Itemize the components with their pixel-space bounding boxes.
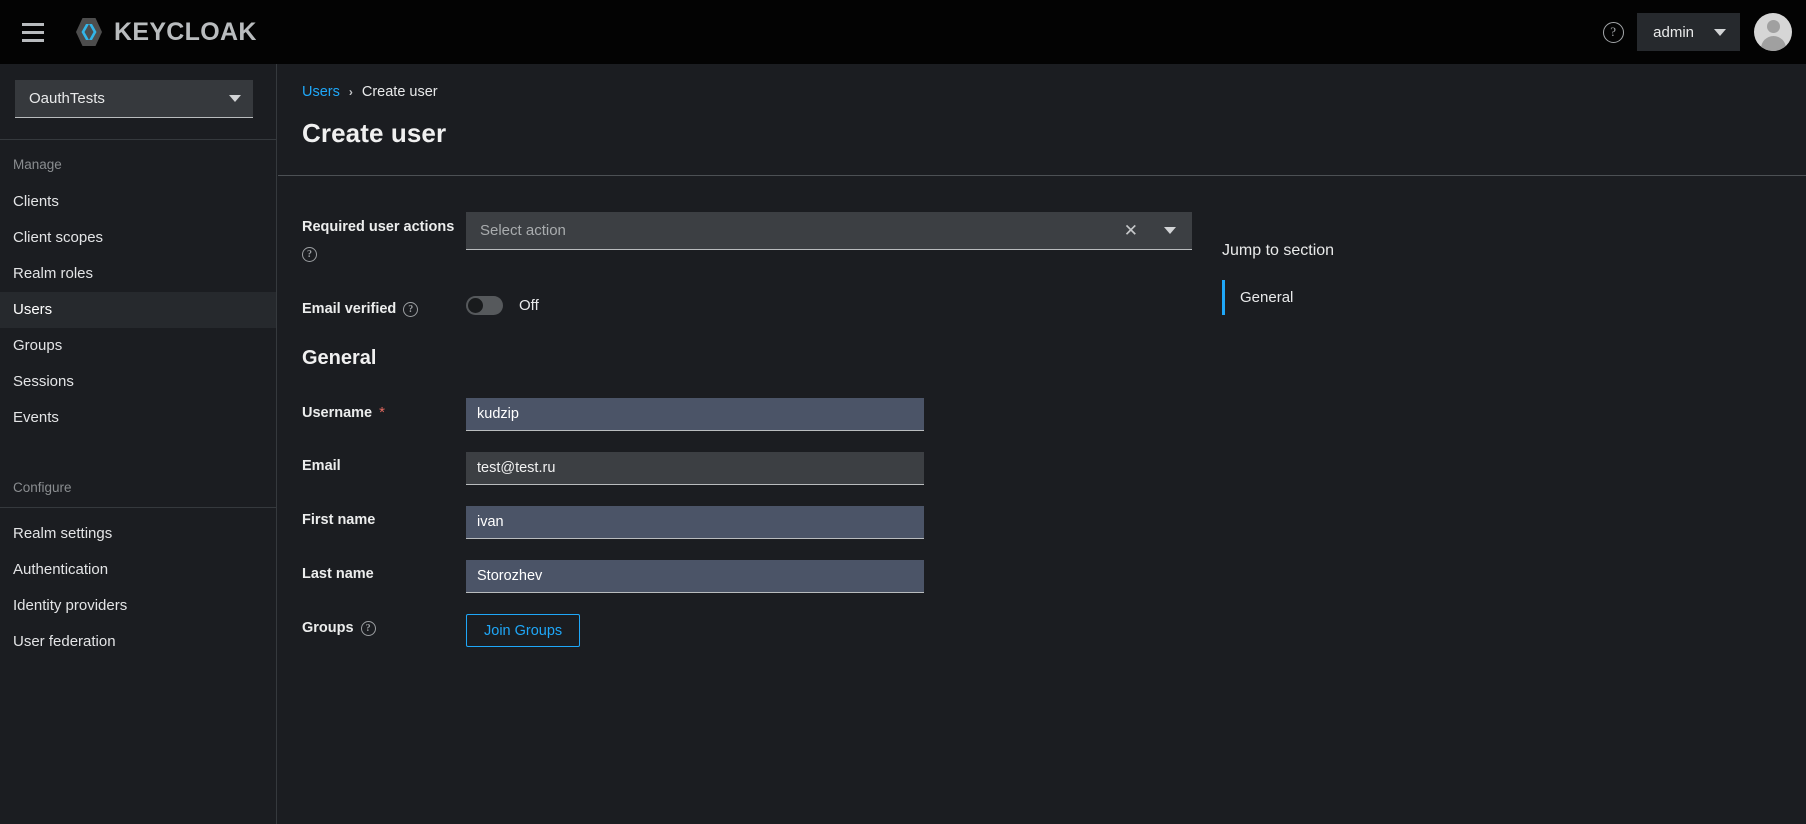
last-name-input[interactable]: [466, 560, 924, 593]
label-email-verified: Email verified ?: [302, 292, 466, 317]
help-icon[interactable]: ?: [360, 620, 376, 636]
email-verified-control: Off: [466, 292, 539, 315]
sidebar-item-user-federation[interactable]: User federation: [0, 624, 276, 660]
user-dropdown-label: admin: [1653, 23, 1694, 41]
required-user-actions-placeholder: Select action: [480, 222, 566, 239]
email-input[interactable]: [466, 452, 924, 485]
dropdown-toggle-button[interactable]: [1154, 227, 1180, 234]
sidebar-item-sessions[interactable]: Sessions: [0, 364, 276, 400]
masthead: KEYCLOAK ? admin: [0, 0, 1806, 64]
sidebar-item-realm-settings[interactable]: Realm settings: [0, 516, 276, 552]
field-row-first-name: First name: [302, 506, 1192, 539]
required-marker: *: [379, 404, 385, 421]
jump-to-section-list: General: [1222, 280, 1522, 315]
sidebar-section-title-configure: Configure: [13, 480, 72, 495]
sidebar-item-events[interactable]: Events: [0, 400, 276, 436]
label-text: First name: [302, 512, 376, 528]
field-row-groups: Groups ? Join Groups: [302, 614, 1192, 647]
sidebar-nav-configure: Realm settings Authentication Identity p…: [0, 508, 276, 660]
field-row-username: Username *: [302, 398, 1192, 431]
page-title: Create user: [302, 118, 447, 148]
help-button[interactable]: ?: [1593, 12, 1633, 52]
keycloak-admin-console: KEYCLOAK ? admin OauthTests Manage Clien…: [0, 0, 1806, 824]
keycloak-logo-icon: [72, 15, 106, 49]
sidebar-item-groups[interactable]: Groups: [0, 328, 276, 364]
label-last-name: Last name: [302, 560, 466, 582]
brand-logo[interactable]: KEYCLOAK: [72, 15, 257, 49]
chevron-down-icon: [1714, 28, 1726, 36]
label-text: Email: [302, 458, 341, 474]
label-text: Username: [302, 404, 373, 421]
realm-selector-wrap: OauthTests: [0, 64, 276, 118]
realm-selector-value: OauthTests: [29, 90, 105, 107]
username-input[interactable]: [466, 398, 924, 431]
toggle-knob: [468, 298, 483, 313]
label-first-name: First name: [302, 506, 466, 528]
breadcrumb: Users › Create user: [302, 84, 1806, 100]
jump-item-general[interactable]: General: [1222, 280, 1522, 315]
help-icon: ?: [1602, 21, 1624, 43]
field-row-email-verified: Email verified ? Off: [302, 292, 1192, 317]
sidebar-section-title-manage: Manage: [13, 157, 62, 172]
label-required-user-actions: Required user actions ?: [302, 212, 466, 262]
sidebar: OauthTests Manage Clients Client scopes …: [0, 64, 277, 824]
jump-to-section-title: Jump to section: [1222, 242, 1335, 259]
label-email: Email: [302, 452, 466, 474]
create-user-form: Required user actions ? Select action ✕: [278, 176, 1806, 677]
sidebar-item-identity-providers[interactable]: Identity providers: [0, 588, 276, 624]
realm-selector[interactable]: OauthTests: [15, 80, 253, 118]
label-username: Username *: [302, 398, 466, 421]
hamburger-bar: [22, 30, 44, 34]
form-fields-column: Required user actions ? Select action ✕: [302, 212, 1192, 677]
field-row-email: Email: [302, 452, 1192, 485]
chevron-down-icon: [1164, 227, 1176, 234]
label-text: Email verified: [302, 301, 397, 317]
sidebar-item-client-scopes[interactable]: Client scopes: [0, 220, 276, 256]
email-verified-toggle[interactable]: [466, 296, 503, 315]
required-user-actions-select[interactable]: Select action ✕: [466, 212, 1192, 250]
avatar[interactable]: [1754, 13, 1792, 51]
label-text: Required user actions: [302, 219, 455, 235]
breadcrumb-link-users[interactable]: Users: [302, 84, 340, 100]
help-icon[interactable]: ?: [403, 301, 419, 317]
field-row-required-user-actions: Required user actions ? Select action ✕: [302, 212, 1192, 262]
first-name-input[interactable]: [466, 506, 924, 539]
label-text: Groups: [302, 620, 354, 636]
sidebar-item-clients[interactable]: Clients: [0, 184, 276, 220]
brand-title: KEYCLOAK: [114, 17, 257, 46]
page-header: Users › Create user Create user: [278, 64, 1806, 149]
main-content: Users › Create user Create user Required…: [278, 64, 1806, 824]
join-groups-button[interactable]: Join Groups: [466, 614, 581, 647]
chevron-down-icon: [229, 95, 241, 102]
section-title-general: General: [302, 347, 377, 369]
sidebar-item-realm-roles[interactable]: Realm roles: [0, 256, 276, 292]
label-text: Last name: [302, 566, 374, 582]
jump-to-section-panel: Jump to section General: [1222, 212, 1522, 677]
label-groups: Groups ?: [302, 614, 466, 636]
masthead-actions: ? admin: [1593, 12, 1806, 52]
help-icon[interactable]: ?: [302, 247, 317, 262]
sidebar-item-authentication[interactable]: Authentication: [0, 552, 276, 588]
sidebar-nav-manage: Clients Client scopes Realm roles Users …: [0, 184, 276, 436]
hamburger-menu-icon[interactable]: [10, 12, 56, 52]
email-verified-state: Off: [519, 297, 539, 314]
sidebar-item-users[interactable]: Users: [0, 292, 276, 328]
hamburger-bar: [22, 38, 44, 42]
user-dropdown-button[interactable]: admin: [1637, 13, 1740, 51]
breadcrumb-separator-icon: ›: [348, 85, 353, 99]
hamburger-bar: [22, 22, 44, 26]
breadcrumb-current: Create user: [361, 84, 438, 100]
clear-icon[interactable]: ✕: [1108, 222, 1154, 239]
field-row-last-name: Last name: [302, 560, 1192, 593]
